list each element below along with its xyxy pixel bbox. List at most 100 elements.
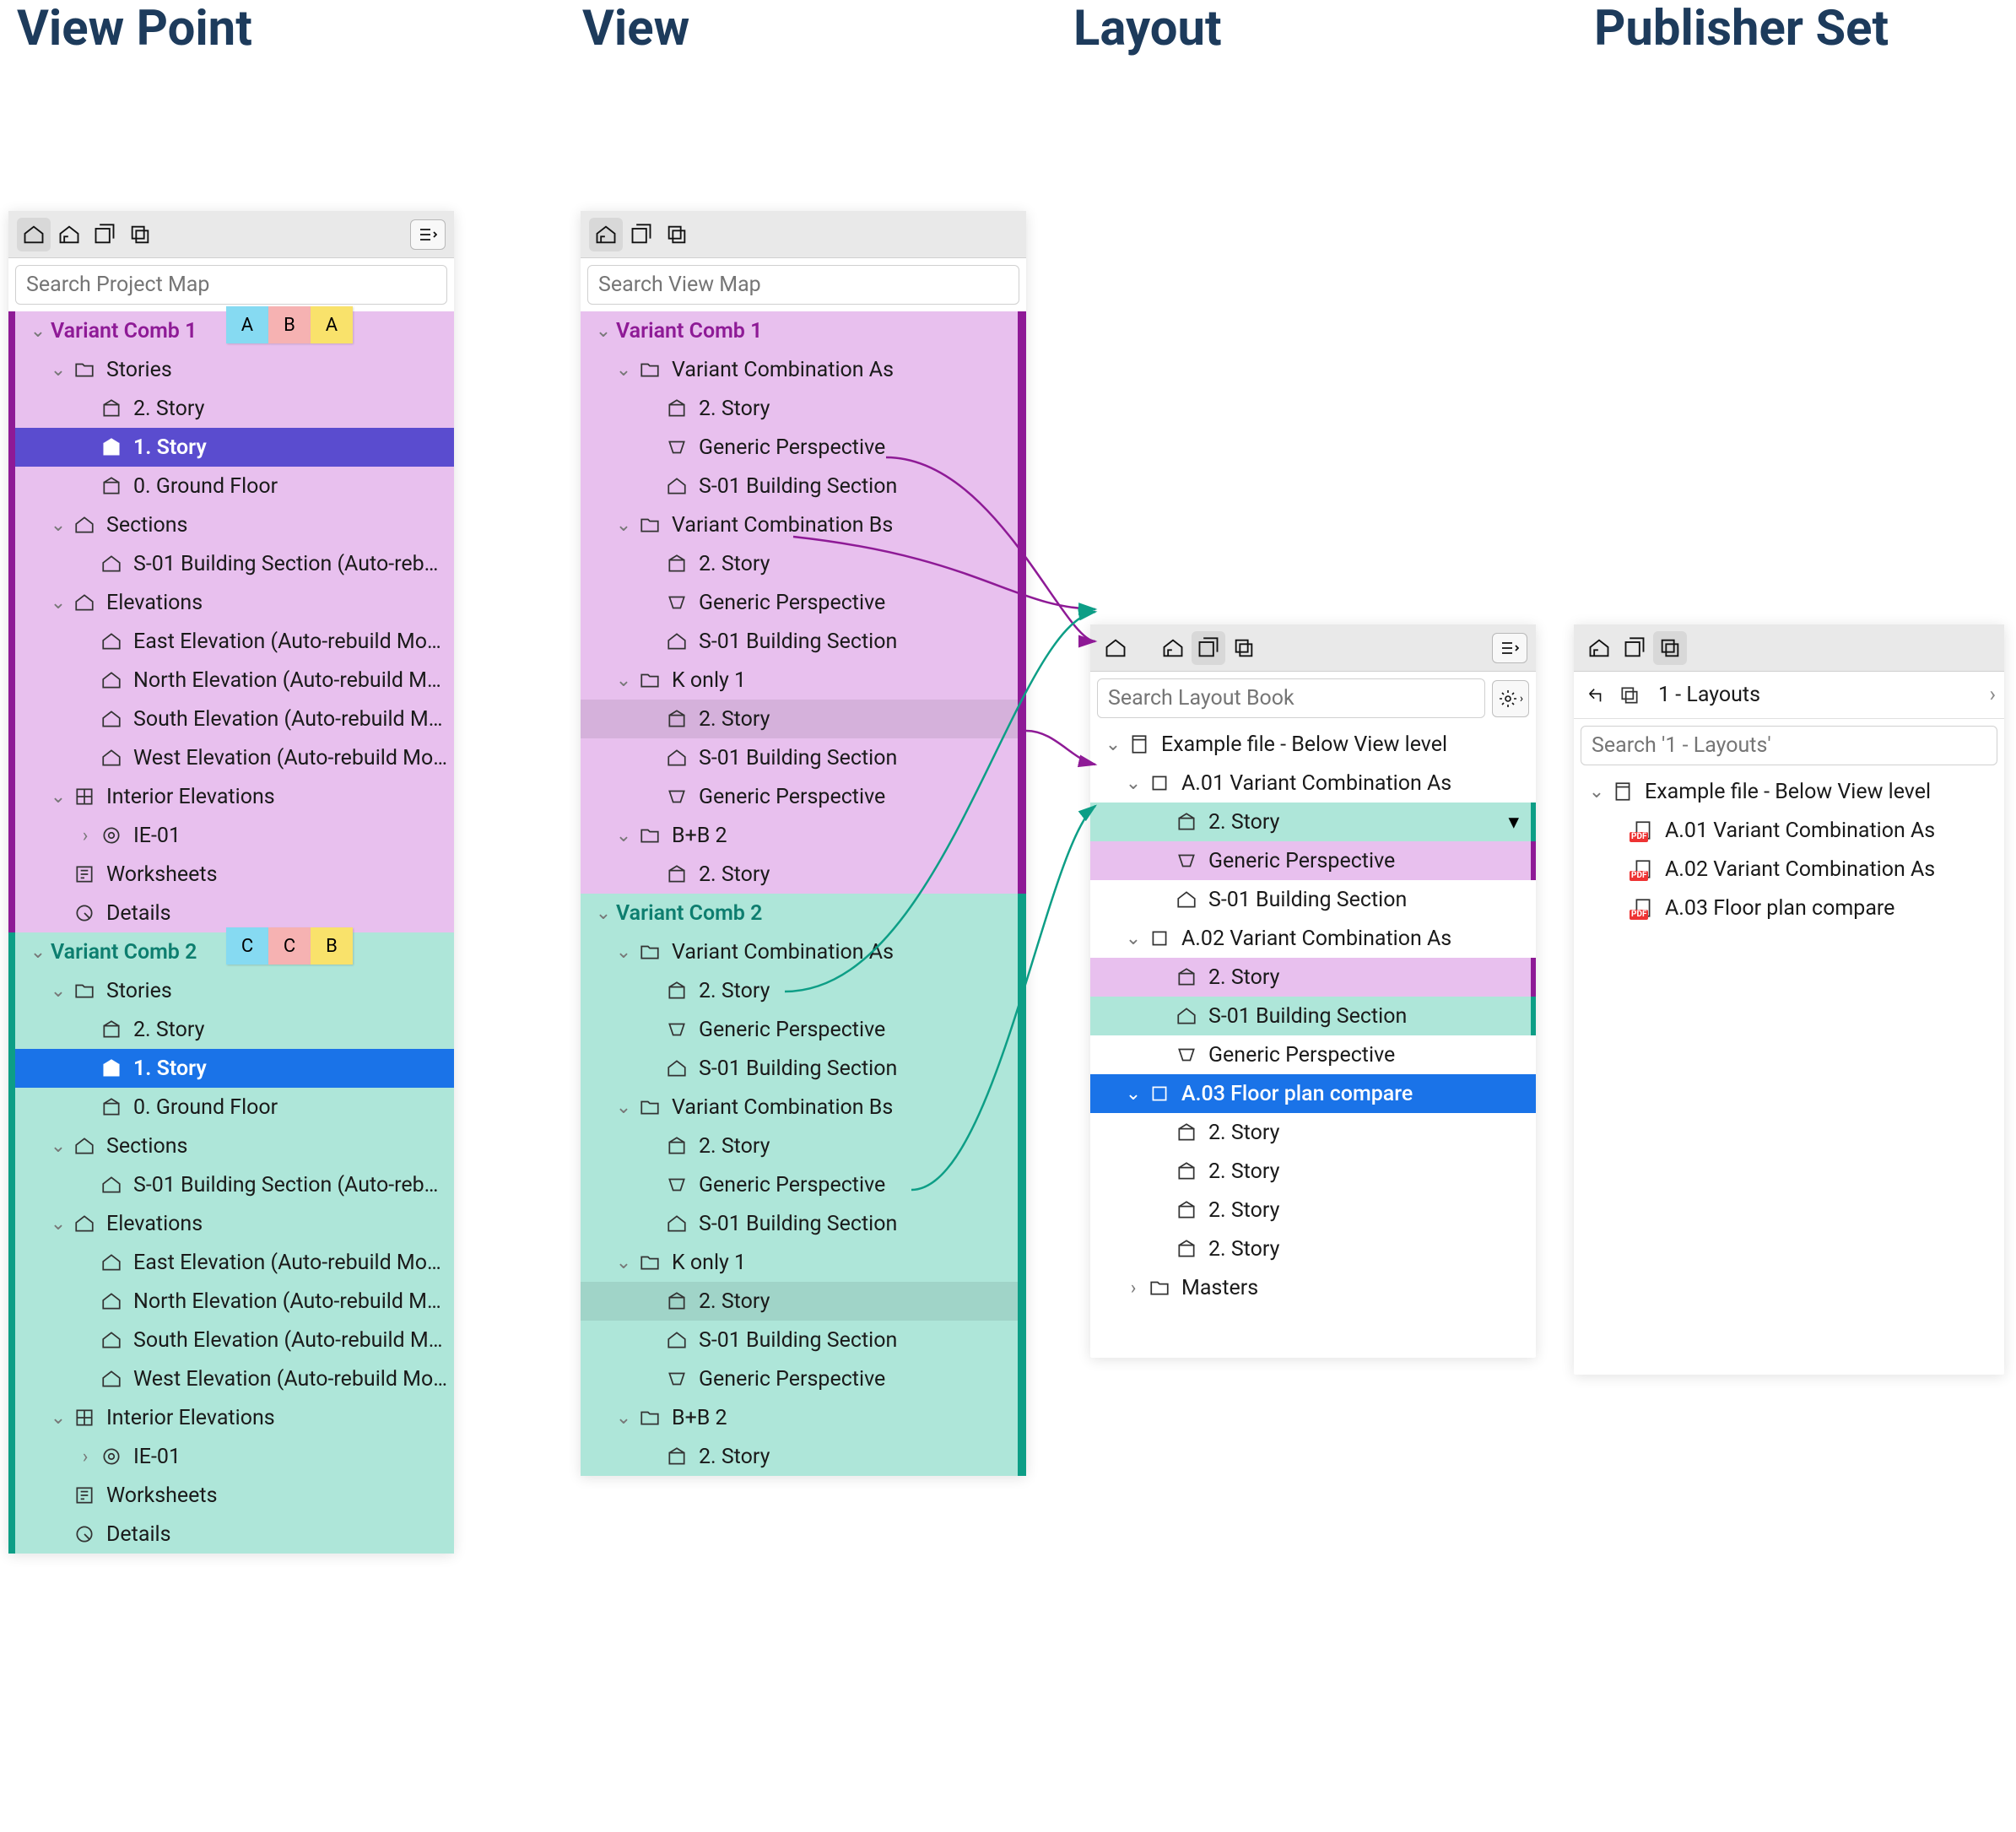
view-gp-item[interactable]: Generic Perspective bbox=[581, 1165, 1018, 1204]
view-story-item[interactable]: 2. Story bbox=[581, 971, 1018, 1010]
worksheets-item[interactable]: Worksheets bbox=[15, 1476, 454, 1515]
sections-folder[interactable]: ⌄ Sections bbox=[15, 505, 454, 544]
view-section-item[interactable]: S-01 Building Section bbox=[581, 1321, 1018, 1359]
view-section-item[interactable]: S-01 Building Section bbox=[581, 467, 1018, 505]
breadcrumb[interactable]: 1 - Layouts › bbox=[1574, 672, 2004, 719]
layout-drawing-story[interactable]: 2. Story▾ bbox=[1090, 803, 1536, 841]
story-item[interactable]: 0. Ground Floor bbox=[15, 1088, 454, 1127]
panel-menu-button[interactable] bbox=[410, 219, 446, 250]
layout-book-tab-icon[interactable] bbox=[624, 218, 658, 251]
gear-button[interactable]: › bbox=[1492, 680, 1529, 717]
view-section-item[interactable]: S-01 Building Section bbox=[581, 1049, 1018, 1088]
layout-drawing[interactable]: 2. Story bbox=[1090, 1113, 1536, 1152]
view-map-tab-icon[interactable] bbox=[52, 218, 86, 251]
k1-folder[interactable]: ⌄K only 1 bbox=[581, 1243, 1018, 1282]
view-section-item[interactable]: S-01 Building Section bbox=[581, 622, 1018, 661]
worksheets-item[interactable]: Worksheets bbox=[15, 855, 454, 894]
elevation-item[interactable]: East Elevation (Auto-rebuild Model) bbox=[15, 622, 454, 661]
layout-book-tab-icon[interactable] bbox=[88, 218, 122, 251]
layout-a02[interactable]: ⌄A.02 Variant Combination As bbox=[1090, 919, 1536, 958]
layout-drawing-gp[interactable]: Generic Perspective bbox=[1090, 841, 1536, 880]
publisher-root[interactable]: ⌄Example file - Below View level bbox=[1574, 772, 2004, 811]
elevations-folder[interactable]: ⌄ Elevations bbox=[15, 583, 454, 622]
stories-folder[interactable]: ⌄ Stories bbox=[15, 350, 454, 389]
view-section-item[interactable]: S-01 Building Section bbox=[581, 738, 1018, 777]
interior-item[interactable]: ›IE-01 bbox=[15, 816, 454, 855]
vc2-header[interactable]: ⌄Variant Comb 2 bbox=[581, 894, 1018, 932]
panel-menu-button[interactable] bbox=[1492, 633, 1527, 663]
stories-folder[interactable]: ⌄Stories bbox=[15, 971, 454, 1010]
story-item[interactable]: 0. Ground Floor bbox=[15, 467, 454, 505]
layout-root[interactable]: ⌄Example file - Below View level bbox=[1090, 725, 1536, 764]
vcb-folder[interactable]: ⌄Variant Combination Bs bbox=[581, 505, 1018, 544]
layout-book-tab-icon[interactable] bbox=[1192, 631, 1225, 665]
search-input[interactable] bbox=[15, 265, 447, 305]
details-item[interactable]: Details bbox=[15, 1515, 454, 1554]
bb2-folder[interactable]: ⌄B+B 2 bbox=[581, 816, 1018, 855]
bb2-folder[interactable]: ⌄B+B 2 bbox=[581, 1398, 1018, 1437]
story-item-selected[interactable]: 1. Story bbox=[15, 428, 454, 467]
elevation-item[interactable]: South Elevation (Auto-rebuild Mode bbox=[15, 700, 454, 738]
view-story-item[interactable]: 2. Story bbox=[581, 700, 1018, 738]
interior-folder[interactable]: ⌄Interior Elevations bbox=[15, 1398, 454, 1437]
elevation-item[interactable]: West Elevation (Auto-rebuild Model bbox=[15, 1359, 454, 1398]
layout-a03-selected[interactable]: ⌄A.03 Floor plan compare bbox=[1090, 1074, 1536, 1113]
view-gp-item[interactable]: Generic Perspective bbox=[581, 1010, 1018, 1049]
elevation-item[interactable]: West Elevation (Auto-rebuild Model bbox=[15, 738, 454, 777]
elevation-item[interactable]: North Elevation (Auto-rebuild Mode bbox=[15, 661, 454, 700]
vca-folder[interactable]: ⌄Variant Combination As bbox=[581, 932, 1018, 971]
publisher-item[interactable]: A.02 Variant Combination As bbox=[1574, 850, 2004, 889]
publisher-item[interactable]: A.03 Floor plan compare bbox=[1574, 889, 2004, 927]
vc1-header[interactable]: ⌄Variant Comb 1 bbox=[581, 311, 1018, 350]
view-gp-item[interactable]: Generic Perspective bbox=[581, 428, 1018, 467]
view-gp-item[interactable]: Generic Perspective bbox=[581, 583, 1018, 622]
project-map-tab-icon[interactable] bbox=[1099, 631, 1132, 665]
layout-drawing-story[interactable]: 2. Story bbox=[1090, 958, 1536, 997]
up-arrow-icon[interactable] bbox=[1582, 682, 1609, 709]
k1-folder[interactable]: ⌄K only 1 bbox=[581, 661, 1018, 700]
masters-folder[interactable]: ›Masters bbox=[1090, 1268, 1536, 1307]
view-story-item[interactable]: 2. Story bbox=[581, 1282, 1018, 1321]
elevation-item[interactable]: North Elevation (Auto-rebuild Mode bbox=[15, 1282, 454, 1321]
project-map-tab-icon[interactable] bbox=[17, 218, 51, 251]
view-story-item[interactable]: 2. Story bbox=[581, 855, 1018, 894]
section-item[interactable]: S-01 Building Section (Auto-rebuild bbox=[15, 1165, 454, 1204]
elevation-item[interactable]: East Elevation (Auto-rebuild Model) bbox=[15, 1243, 454, 1282]
publisher-tab-icon[interactable] bbox=[660, 218, 694, 251]
view-story-item[interactable]: 2. Story bbox=[581, 1437, 1018, 1476]
vca-folder[interactable]: ⌄Variant Combination As bbox=[581, 350, 1018, 389]
view-map-tab-icon[interactable] bbox=[1156, 631, 1190, 665]
sections-folder[interactable]: ⌄Sections bbox=[15, 1127, 454, 1165]
elevations-folder[interactable]: ⌄Elevations bbox=[15, 1204, 454, 1243]
publisher-tab-icon[interactable] bbox=[123, 218, 157, 251]
view-gp-item[interactable]: Generic Perspective bbox=[581, 1359, 1018, 1398]
view-map-tab-icon[interactable] bbox=[589, 218, 623, 251]
interior-folder[interactable]: ⌄ Interior Elevations bbox=[15, 777, 454, 816]
layout-drawing[interactable]: 2. Story bbox=[1090, 1229, 1536, 1268]
layout-drawing[interactable]: 2. Story bbox=[1090, 1152, 1536, 1191]
layout-drawing-gp[interactable]: Generic Perspective bbox=[1090, 1035, 1536, 1074]
story-item[interactable]: 2. Story bbox=[15, 1010, 454, 1049]
view-story-item[interactable]: 2. Story bbox=[581, 544, 1018, 583]
layout-drawing-section[interactable]: S-01 Building Section bbox=[1090, 880, 1536, 919]
publisher-item[interactable]: A.01 Variant Combination As bbox=[1574, 811, 2004, 850]
publisher-tab-icon[interactable] bbox=[1653, 631, 1687, 665]
publisher-tab-icon[interactable] bbox=[1227, 631, 1261, 665]
search-input[interactable] bbox=[587, 265, 1019, 305]
layout-drawing[interactable]: 2. Story bbox=[1090, 1191, 1536, 1229]
vcb-folder[interactable]: ⌄Variant Combination Bs bbox=[581, 1088, 1018, 1127]
view-section-item[interactable]: S-01 Building Section bbox=[581, 1204, 1018, 1243]
interior-item[interactable]: ›IE-01 bbox=[15, 1437, 454, 1476]
view-gp-item[interactable]: Generic Perspective bbox=[581, 777, 1018, 816]
chevron-right-icon[interactable]: › bbox=[1989, 683, 1996, 707]
search-input[interactable] bbox=[1581, 726, 1997, 765]
view-map-tab-icon[interactable] bbox=[1582, 631, 1616, 665]
layout-drawing-section[interactable]: S-01 Building Section bbox=[1090, 997, 1536, 1035]
story-item[interactable]: 2. Story bbox=[15, 389, 454, 428]
search-input[interactable] bbox=[1097, 678, 1485, 718]
layout-book-tab-icon[interactable] bbox=[1618, 631, 1651, 665]
view-story-item[interactable]: 2. Story bbox=[581, 389, 1018, 428]
story-item-selected[interactable]: 1. Story bbox=[15, 1049, 454, 1088]
layout-a01[interactable]: ⌄A.01 Variant Combination As bbox=[1090, 764, 1536, 803]
view-story-item[interactable]: 2. Story bbox=[581, 1127, 1018, 1165]
